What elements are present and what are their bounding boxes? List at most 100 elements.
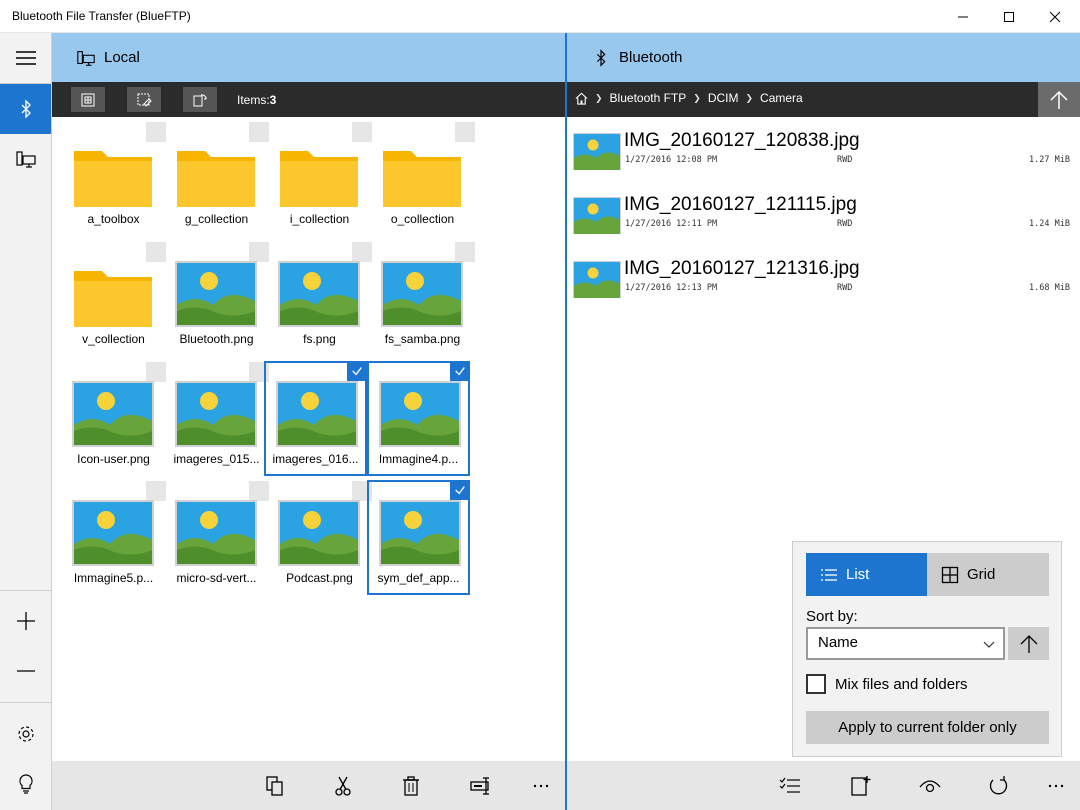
- local-command-bar: [52, 761, 565, 810]
- file-tile[interactable]: sym_def_app...: [367, 480, 470, 595]
- hamburger-icon: [15, 51, 36, 65]
- copy-button[interactable]: [252, 761, 298, 810]
- selection-checkbox[interactable]: [352, 122, 372, 142]
- checkmark-icon: [352, 367, 362, 376]
- file-tile[interactable]: Icon-user.png: [62, 362, 166, 478]
- breadcrumb-item[interactable]: Bluetooth FTP: [610, 91, 687, 105]
- file-tile[interactable]: Podcast.png: [268, 481, 372, 597]
- minimize-button[interactable]: [940, 0, 986, 33]
- arrow-up-icon: [1050, 90, 1068, 109]
- tile-label: imageres_016...: [272, 452, 359, 466]
- folder-tile[interactable]: i_collection: [268, 122, 372, 238]
- grid-view-toggle[interactable]: Grid: [927, 553, 1049, 596]
- selection-checkbox[interactable]: [146, 481, 166, 501]
- add-button[interactable]: [0, 596, 51, 646]
- parent-folder-button[interactable]: [1038, 82, 1080, 117]
- close-button[interactable]: [1032, 0, 1078, 33]
- list-view-toggle[interactable]: List: [806, 553, 927, 596]
- selection-checkbox[interactable]: [450, 361, 470, 381]
- new-item-button[interactable]: [837, 761, 883, 810]
- selection-checkbox[interactable]: [249, 242, 269, 262]
- file-tile[interactable]: Immagine4.p...: [367, 361, 470, 476]
- selection-checkbox[interactable]: [249, 481, 269, 501]
- mix-files-label[interactable]: Mix files and folders: [835, 676, 968, 693]
- invert-selection-button[interactable]: [183, 87, 217, 112]
- select-all-button[interactable]: [71, 87, 105, 112]
- selection-checkbox[interactable]: [146, 122, 166, 142]
- refresh-button[interactable]: [975, 761, 1021, 810]
- sort-by-select[interactable]: Name: [806, 627, 1005, 660]
- file-tile[interactable]: imageres_016...: [264, 361, 367, 476]
- sort-direction-button[interactable]: [1008, 627, 1049, 660]
- bluetooth-icon: [591, 48, 611, 68]
- select-all-icon: [81, 93, 95, 106]
- image-icon: [573, 133, 621, 170]
- local-pane-header[interactable]: Local: [52, 33, 565, 82]
- checkmark-icon: [455, 367, 465, 376]
- file-name: IMG_20160127_120838.jpg: [624, 130, 860, 151]
- scissors-icon: [335, 776, 351, 796]
- selection-checkbox[interactable]: [249, 122, 269, 142]
- bluetooth-pane-title: Bluetooth: [619, 49, 683, 66]
- rail-local-button[interactable]: [0, 134, 51, 184]
- breadcrumb: ❯ Bluetooth FTP ❯ DCIM ❯ Camera: [575, 91, 803, 105]
- rename-button[interactable]: [458, 761, 504, 810]
- file-tile[interactable]: Bluetooth.png: [165, 242, 269, 358]
- folder-icon: [175, 141, 257, 207]
- file-tile[interactable]: Immagine5.p...: [62, 481, 166, 597]
- select-range-button[interactable]: [127, 87, 161, 112]
- selection-checkbox[interactable]: [146, 242, 166, 262]
- new-item-icon: [851, 775, 871, 796]
- select-mode-button[interactable]: [767, 761, 813, 810]
- home-icon[interactable]: [575, 92, 588, 105]
- selection-checkbox[interactable]: [455, 122, 475, 142]
- file-row[interactable]: IMG_20160127_121115.jpg 1/27/2016 12:11 P…: [567, 183, 1080, 247]
- folder-tile[interactable]: v_collection: [62, 242, 166, 358]
- apply-current-folder-button[interactable]: Apply to current folder only: [806, 711, 1049, 744]
- file-name: IMG_20160127_121115.jpg: [624, 194, 857, 215]
- chevron-down-icon: [983, 641, 995, 648]
- ellipsis-icon: [533, 784, 549, 787]
- remove-button[interactable]: [0, 646, 51, 696]
- selection-checkbox[interactable]: [455, 242, 475, 262]
- selection-checkbox[interactable]: [352, 242, 372, 262]
- breadcrumb-item[interactable]: DCIM: [708, 91, 739, 105]
- sort-by-label: Sort by:: [806, 608, 858, 625]
- window-title: Bluetooth File Transfer (BlueFTP): [12, 9, 191, 23]
- file-row[interactable]: IMG_20160127_120838.jpg 1/27/2016 12:08 P…: [567, 119, 1080, 183]
- bluetooth-icon: [21, 99, 31, 119]
- rail-divider: [0, 590, 51, 591]
- more-button[interactable]: [518, 761, 564, 810]
- file-row[interactable]: IMG_20160127_121316.jpg 1/27/2016 12:13 P…: [567, 247, 1080, 311]
- mix-files-checkbox[interactable]: [806, 674, 826, 694]
- arrow-up-icon: [1020, 634, 1037, 653]
- tile-label: o_collection: [390, 212, 455, 226]
- bluetooth-pane-header[interactable]: Bluetooth: [567, 33, 1080, 82]
- rail-bluetooth-button[interactable]: [0, 84, 51, 134]
- file-tile[interactable]: fs_samba.png: [371, 242, 475, 358]
- selection-checkbox[interactable]: [450, 480, 470, 500]
- folder-tile[interactable]: o_collection: [371, 122, 475, 238]
- file-tile[interactable]: imageres_015...: [165, 362, 269, 478]
- selection-checkbox[interactable]: [347, 361, 367, 381]
- file-attributes: RWD: [837, 219, 853, 229]
- maximize-button[interactable]: [986, 0, 1032, 33]
- preview-button[interactable]: [907, 761, 953, 810]
- file-tile[interactable]: micro-sd-vert...: [165, 481, 269, 597]
- delete-button[interactable]: [388, 761, 434, 810]
- menu-button[interactable]: [0, 33, 51, 83]
- file-tile[interactable]: fs.png: [268, 242, 372, 358]
- tile-label: fs_samba.png: [384, 332, 461, 346]
- tile-label: Podcast.png: [286, 571, 353, 585]
- folder-tile[interactable]: g_collection: [165, 122, 269, 238]
- tile-label: v_collection: [82, 332, 145, 346]
- breadcrumb-item[interactable]: Camera: [760, 91, 803, 105]
- cut-button[interactable]: [320, 761, 366, 810]
- close-icon: [1049, 11, 1061, 22]
- folder-tile[interactable]: a_toolbox: [62, 122, 166, 238]
- more-button[interactable]: [1033, 761, 1079, 810]
- copy-icon: [266, 775, 283, 796]
- settings-button[interactable]: [0, 709, 51, 759]
- tips-button[interactable]: [0, 759, 51, 809]
- selection-checkbox[interactable]: [146, 362, 166, 382]
